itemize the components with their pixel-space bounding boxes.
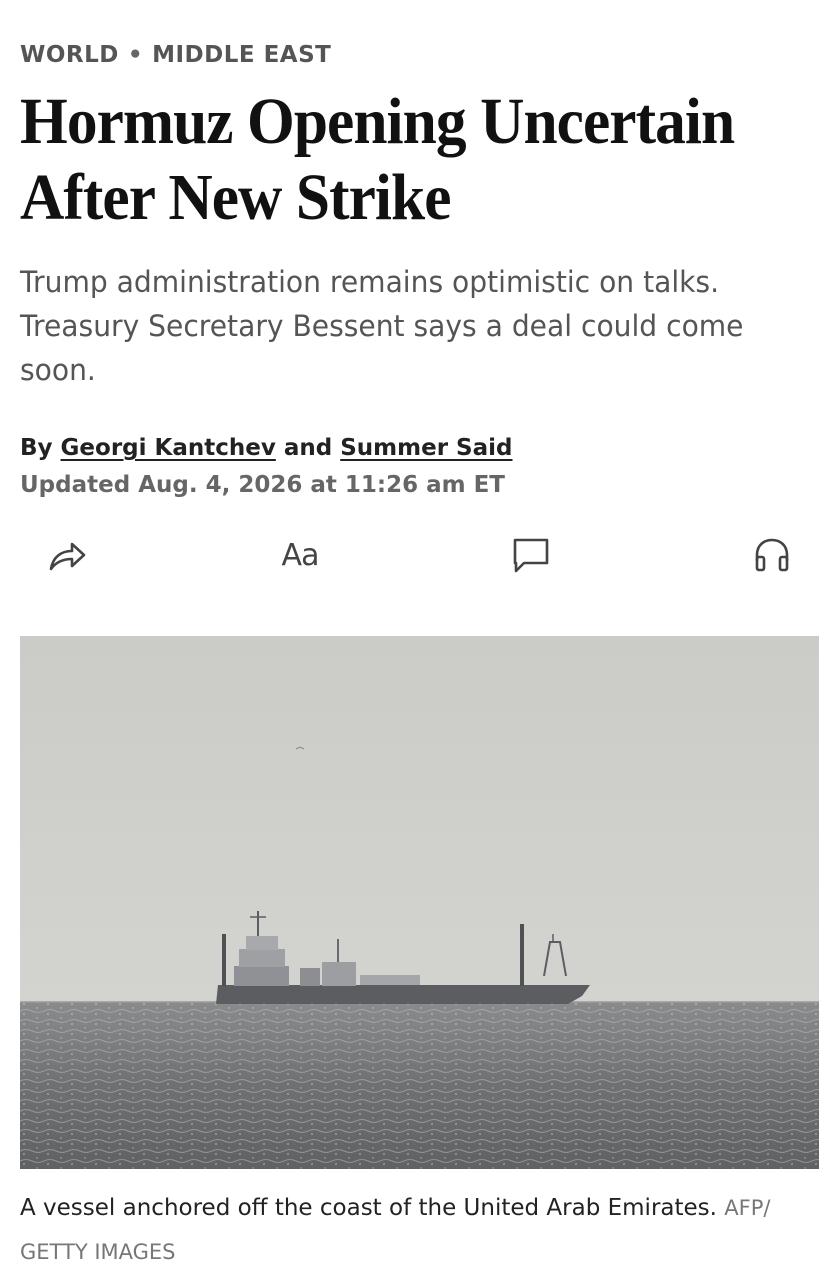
author-link-1[interactable]: Georgi Kantchev (61, 435, 276, 461)
headline-line-2: After New Strike (20, 161, 451, 234)
photo-credit-source: GETTY IMAGES (20, 1240, 176, 1264)
headline-line-1: Hormuz Opening Uncertain (20, 85, 735, 158)
comments-button[interactable] (506, 530, 556, 580)
headline: Hormuz Opening Uncertain After New Strik… (20, 84, 764, 236)
breadcrumb: WORLD • MIDDLE EAST (20, 42, 331, 68)
byline: By Georgi Kantchev and Summer Said (20, 435, 513, 461)
ship-at-sea-image (20, 636, 819, 1169)
author-link-2[interactable]: Summer Said (340, 435, 512, 461)
breadcrumb-subsection[interactable]: MIDDLE EAST (152, 42, 331, 68)
article-dek: Trump administration remains optimistic … (20, 265, 744, 387)
share-icon (49, 542, 86, 571)
font-size-icon: Aa (281, 537, 320, 573)
updated-timestamp: Updated Aug. 4, 2026 at 11:26 am ET (20, 472, 505, 498)
caption-text: A vessel anchored off the coast of the U… (20, 1195, 717, 1221)
photo-credit-agency: AFP/ (724, 1196, 771, 1220)
byline-prefix: By (20, 435, 53, 461)
share-button[interactable] (42, 530, 92, 580)
headphones-icon (755, 538, 789, 572)
photo-caption: A vessel anchored off the coast of the U… (20, 1186, 810, 1274)
font-size-button[interactable]: Aa (275, 530, 325, 580)
byline-joiner: and (283, 435, 333, 461)
article-photo (20, 636, 819, 1169)
listen-button[interactable] (747, 530, 797, 580)
breadcrumb-section[interactable]: WORLD (20, 42, 119, 68)
breadcrumb-separator: • (127, 42, 144, 68)
comment-icon (513, 538, 549, 573)
